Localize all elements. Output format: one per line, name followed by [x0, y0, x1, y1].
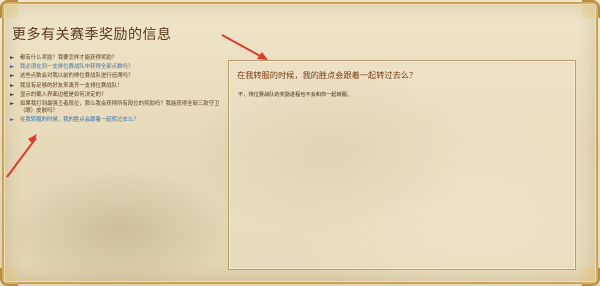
game-client-window: 更多有关赛季奖励的信息 ► 都有什么奖励？我要怎样才能获得奖励？ ► 我必须在同… — [0, 0, 600, 286]
bullet-icon: ► — [10, 117, 15, 124]
faq-item-not-enough-friends[interactable]: ► 我没有足够的好友来凑齐一支排位赛战队！ — [10, 83, 220, 90]
faq-item-retroactive[interactable]: ► 这些点数会对我以前的排位赛战队进行追溯吗？ — [10, 73, 220, 80]
faq-item-same-team[interactable]: ► 我必须在同一支排位赛战队中获得全部点数吗？ — [10, 64, 220, 71]
page-title: 更多有关赛季奖励的信息 — [12, 27, 172, 43]
bullet-icon: ► — [10, 91, 15, 98]
corner-ornament-bottom-right — [582, 268, 600, 286]
bullet-icon: ► — [10, 82, 15, 89]
faq-item-rewards[interactable]: ► 都有什么奖励？我要怎样才能获得奖励？ — [10, 55, 220, 62]
faq-item-label: 我没有足够的好友来凑齐一支排位赛战队！ — [20, 82, 123, 89]
answer-text: 不，排位赛战队的奖励进程也不会和你一起转服。 — [238, 92, 353, 98]
faq-item-label: 如果我打到最强王者段位，那么我会获得所有段位的奖励吗？我能获得全部三款守卫（眼）… — [20, 100, 220, 114]
faq-item-label: 都有什么奖励？我要怎样才能获得奖励？ — [20, 55, 118, 61]
bullet-icon: ► — [10, 64, 15, 71]
faq-item-server-transfer[interactable]: ► 在我转服的时候，我的胜点会跟着一起转过去么？ — [10, 117, 220, 124]
bullet-icon: ► — [10, 55, 15, 61]
bullet-icon: ► — [10, 73, 15, 80]
faq-item-challenger-rewards[interactable]: ► 如果我打到最强王者段位，那么我会获得所有段位的奖励吗？我能获得全部三款守卫（… — [10, 101, 220, 115]
answer-panel: 在我转服的时候，我的胜点会跟着一起转过去么？ 不，排位赛战队的奖励进程也不会和你… — [228, 60, 576, 270]
faq-item-loading-border[interactable]: ► 显示的载入界面边框是如何决定的？ — [10, 92, 220, 99]
faq-item-label: 我必须在同一支排位赛战队中获得全部点数吗？ — [20, 64, 134, 71]
faq-list: ► 都有什么奖励？我要怎样才能获得奖励？ ► 我必须在同一支排位赛战队中获得全部… — [10, 55, 220, 126]
faq-item-label: 在我转服的时候，我的胜点会跟着一起转过去么？ — [20, 117, 139, 124]
faq-item-label: 这些点数会对我以前的排位赛战队进行追溯吗？ — [20, 73, 134, 80]
answer-title: 在我转服的时候，我的胜点会跟着一起转过去么？ — [237, 70, 418, 80]
faq-item-label: 显示的载入界面边框是如何决定的？ — [20, 91, 107, 98]
corner-ornament-bottom-left — [0, 268, 18, 286]
bullet-icon: ► — [10, 100, 15, 107]
corner-ornament-top-right — [582, 0, 600, 18]
corner-ornament-top-left — [0, 0, 18, 18]
